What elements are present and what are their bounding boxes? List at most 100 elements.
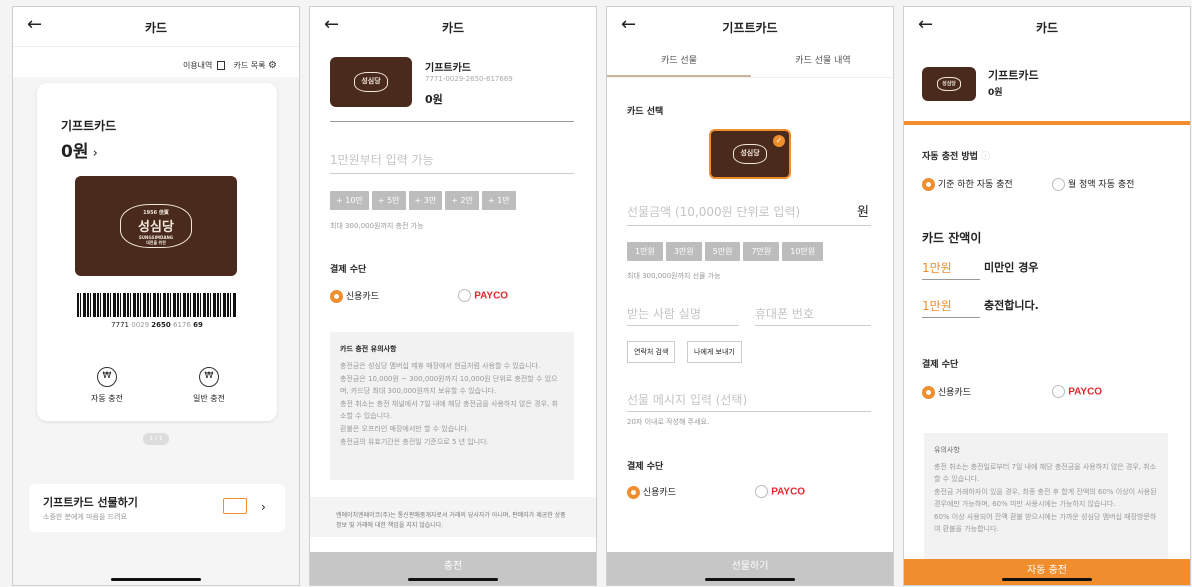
send-to-self-button[interactable]: 나에게 보내기 [687, 341, 742, 363]
notice-box: 유의사항 충전 취소는 충전일로부터 7일 내에 해당 충전금을 사용하지 않은… [924, 433, 1168, 559]
home-indicator [408, 578, 498, 581]
radio-selected-icon [922, 178, 935, 191]
auto-charge-button[interactable]: ₩ 자동 충전 [85, 367, 129, 404]
header: ← 기프트카드 [607, 7, 893, 47]
charge-amount-select[interactable]: 1만원 [922, 297, 980, 318]
card-thumbnail: 성심당 [330, 57, 412, 107]
chip-50k[interactable]: + 5만 [371, 191, 406, 210]
message-note: 20자 이내로 작성해 주세요. [627, 418, 710, 426]
gift-title: 기프트카드 선물하기 [43, 496, 138, 509]
page-title: 카드 [441, 21, 465, 35]
auto-charge-submit-button[interactable]: 자동 충전 [904, 559, 1190, 585]
gift-banner[interactable]: 기프트카드 선물하기 소중한 분에게 마음을 드려요 › [29, 484, 285, 532]
balance-link[interactable]: 0원 › [61, 137, 98, 162]
home-indicator [705, 578, 795, 581]
screen-card-charge: ← 카드 성심당 기프트카드 7771-0029-2650-617669 0원 … [309, 6, 597, 586]
chip-7[interactable]: 7만원 [743, 242, 780, 261]
header: ← 카드 [904, 7, 1190, 47]
balance-title: 카드 잔액이 [922, 231, 982, 245]
below-text: 미만인 경우 [984, 261, 1039, 274]
card-balance: 0원 [988, 88, 1003, 98]
page-title: 기프트카드 [722, 21, 778, 35]
chip-30k[interactable]: + 3만 [408, 191, 443, 210]
gift-card-icon [223, 498, 247, 514]
option-monthly[interactable]: 월 정액 자동 충전 [1052, 177, 1134, 191]
cardlist-link[interactable]: 카드 목록 [234, 61, 266, 70]
card-balance: 0원 [425, 93, 443, 106]
gift-message-input[interactable]: 선물 메시지 입력 (선택) [627, 391, 747, 408]
gift-amount-input[interactable]: 선물금액 (10,000원 단위로 입력) [627, 203, 800, 220]
card-number: 7771-0029-2650-617669 [425, 75, 513, 83]
charge-text: 충전합니다. [984, 299, 1039, 312]
notice-box: 카드 충전 유의사항 충전금은 성심당 멤버십 제휴 매장에서 현금처럼 사용할… [330, 332, 574, 480]
payco-radio[interactable]: PAYCO [755, 485, 805, 498]
barcode [77, 293, 237, 317]
radio-selected-icon [627, 486, 640, 499]
gear-icon[interactable]: ⚙ [268, 60, 277, 71]
method-title: 자동 충전 방법 ⓘ [922, 152, 991, 162]
select-title: 카드 선택 [627, 107, 664, 117]
contact-search-button[interactable]: 연락처 검색 [627, 341, 676, 363]
radio-icon [1052, 178, 1065, 191]
page-title: 카드 [1035, 21, 1059, 35]
radio-selected-icon [330, 290, 343, 303]
gift-subtitle: 소중한 분에게 마음을 드려요 [43, 513, 127, 521]
won-unit: 원 [857, 205, 869, 220]
screen-gift: ← 기프트카드 카드 선물 카드 선물 내역 카드 선택 성심당 ✓ 선물금액 … [606, 6, 894, 586]
radio-icon [755, 485, 768, 498]
credit-radio[interactable]: 신용카드 [330, 289, 379, 303]
history-link[interactable]: 이용내역 [183, 61, 212, 70]
payco-radio[interactable]: PAYCO [458, 289, 508, 302]
card-name: 기프트카드 [425, 63, 471, 74]
chip-5[interactable]: 5만원 [704, 242, 741, 261]
gift-max-note: 최대 300,000원까지 선물 가능 [627, 272, 721, 280]
pay-title: 결제 수단 [627, 462, 664, 472]
chevron-right-icon: › [261, 500, 266, 514]
screen-auto-charge: ← 카드 성심당 기프트카드 0원 자동 충전 방법 ⓘ 기준 하한 자동 충전… [903, 6, 1191, 586]
tab-gift-history[interactable]: 카드 선물 내역 [751, 53, 893, 66]
check-icon: ✓ [773, 135, 785, 147]
amount-chips: + 10만 + 5만 + 3만 + 2만 + 1만 [330, 188, 519, 210]
gift-chips: 1만원 3만원 5만원 7만원 10만원 [627, 239, 826, 261]
home-indicator [111, 578, 201, 581]
chip-100k[interactable]: + 10만 [330, 191, 369, 210]
pay-title: 결제 수단 [330, 265, 367, 275]
header: ← 카드 [310, 7, 596, 47]
credit-radio[interactable]: 신용카드 [922, 385, 971, 399]
amount-input[interactable]: 1만원부터 입력 가능 [330, 151, 434, 168]
normal-charge-button[interactable]: ₩ 일반 충전 [187, 367, 231, 404]
header: ← 카드 [13, 7, 299, 47]
radio-icon [1052, 385, 1065, 398]
chip-10[interactable]: 10만원 [782, 242, 824, 261]
radio-icon [458, 289, 471, 302]
home-indicator [1002, 578, 1092, 581]
footer-disclaimer: 엔에이치엔페이코(주)는 통신판매중개자로서 거래의 당사자가 아니며, 판매자… [310, 497, 596, 537]
chip-3[interactable]: 3만원 [665, 242, 702, 261]
recipient-phone-input[interactable]: 휴대폰 번호 [755, 305, 814, 322]
chip-1[interactable]: 1만원 [627, 242, 663, 261]
threshold-select[interactable]: 1만원 [922, 259, 980, 280]
max-note: 최대 300,000원까지 충전 가능 [330, 222, 424, 230]
radio-selected-icon [922, 386, 935, 399]
tab-gift[interactable]: 카드 선물 [607, 53, 751, 66]
payco-radio[interactable]: PAYCO [1052, 385, 1102, 398]
recipient-name-input[interactable]: 받는 사람 실명 [627, 305, 701, 322]
page-title: 카드 [144, 21, 168, 35]
pay-title: 결제 수단 [922, 360, 959, 370]
option-threshold[interactable]: 기준 하한 자동 충전 [922, 177, 1013, 191]
receipt-icon[interactable] [216, 61, 225, 70]
chip-10k[interactable]: + 1만 [481, 191, 516, 210]
card-name: 기프트카드 [988, 69, 1039, 82]
selected-card[interactable]: 성심당 ✓ [709, 129, 791, 179]
top-links: 이용내역 카드 목록 ⚙ [183, 60, 277, 71]
accent-divider [904, 121, 1190, 125]
card-panel: 기프트카드 0원 › 1956 佳賓 성심당 SUNGSIMDANG 대전을 위… [37, 83, 277, 421]
pager: 1 / 1 [143, 433, 169, 445]
won-icon: ₩ [199, 367, 219, 387]
screen-card-main: ← 카드 이용내역 카드 목록 ⚙ 기프트카드 0원 › 1956 佳賓 성심당… [12, 6, 300, 586]
card-name: 기프트카드 [61, 119, 117, 133]
barcode-number: 7771 0029 2650 6176 69 [111, 321, 203, 329]
credit-radio[interactable]: 신용카드 [627, 485, 676, 499]
help-icon[interactable]: ⓘ [981, 152, 990, 162]
chip-20k[interactable]: + 2만 [445, 191, 479, 210]
